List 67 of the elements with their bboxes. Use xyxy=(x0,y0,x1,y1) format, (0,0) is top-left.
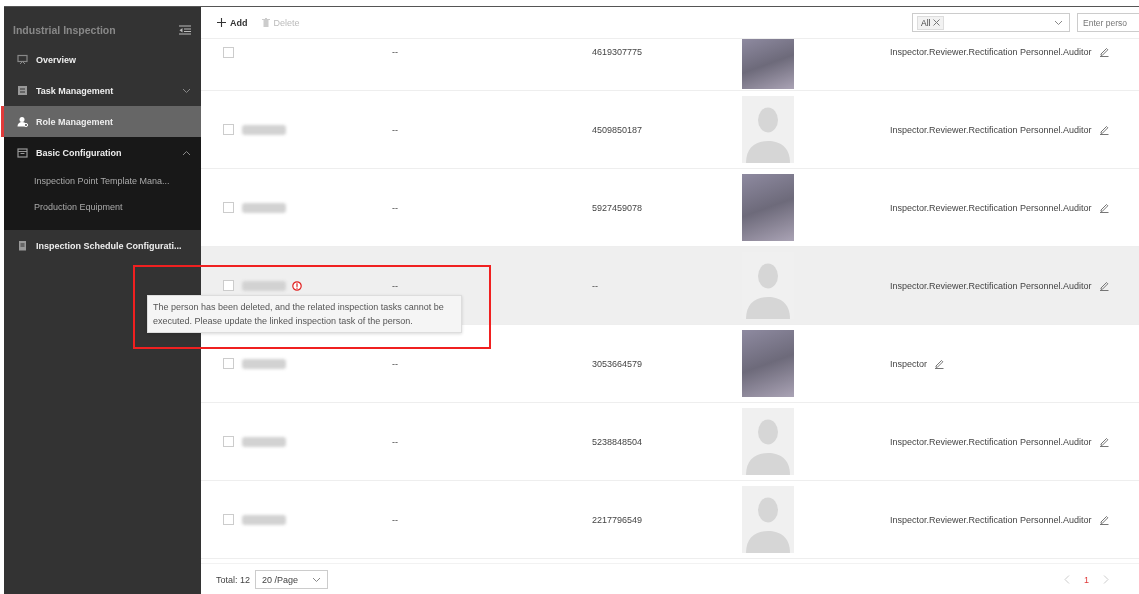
sidebar-subitem[interactable]: Production Equipment xyxy=(4,194,201,220)
photo-placeholder xyxy=(742,39,794,89)
table-cell-text: 3053664579 xyxy=(592,358,644,369)
sidebar-item[interactable]: Basic Configuration xyxy=(1,137,201,168)
filter-tag[interactable]: All xyxy=(917,15,945,30)
table-cell-text: -- xyxy=(392,514,399,525)
row-checkbox[interactable] xyxy=(223,202,234,213)
table-cell-text: 4619307775 xyxy=(592,47,644,57)
table-cell-text: -- xyxy=(392,436,399,447)
user-gear-icon xyxy=(17,116,28,127)
sidebar-item[interactable]: Task Management xyxy=(1,75,201,106)
trash-icon xyxy=(261,18,270,27)
roles-text: Inspector.Reviewer.Rectification Personnel.Auditor xyxy=(890,124,1092,135)
table-cell-text: -- xyxy=(592,280,599,291)
table-cell-text: -- xyxy=(392,47,399,57)
list-icon xyxy=(17,85,28,96)
document-icon xyxy=(17,240,28,251)
role-filter-dropdown[interactable]: All xyxy=(912,13,1070,32)
photo-placeholder xyxy=(742,174,794,241)
presentation-icon xyxy=(17,54,28,65)
photo-placeholder xyxy=(742,330,794,397)
sidebar-item[interactable]: Inspection Schedule Configurati... xyxy=(1,230,201,261)
edit-icon[interactable] xyxy=(1098,514,1109,525)
app-title: Industrial Inspection xyxy=(13,24,116,36)
roles-text: Inspector.Reviewer.Rectification Personnel.Auditor xyxy=(890,514,1092,525)
row-checkbox[interactable] xyxy=(223,124,234,135)
row-checkbox[interactable] xyxy=(223,280,234,291)
roles-text: Inspector.Reviewer.Rectification Personnel.Auditor xyxy=(890,436,1092,447)
chevron-down-icon xyxy=(1054,19,1063,26)
chevron-right-icon xyxy=(1103,575,1109,584)
edit-icon[interactable] xyxy=(1098,280,1109,291)
search-field[interactable]: Enter perso xyxy=(1077,13,1139,32)
edit-icon[interactable] xyxy=(1098,124,1109,135)
add-button[interactable]: Add xyxy=(217,17,248,28)
roles-text: Inspector.Reviewer.Rectification Personnel.Auditor xyxy=(890,202,1092,213)
table-cell-text: 5927459078 xyxy=(592,202,644,213)
tooltip: The person has been deleted, and the related inspection tasks cannot be executed. Please update the linked inspection task of the person. xyxy=(147,295,462,333)
sidebar-subitem[interactable]: Inspection Point Template Mana... xyxy=(4,168,201,194)
page-size-dropdown[interactable]: 20 /Page xyxy=(255,570,329,589)
chevron-down-icon xyxy=(312,576,322,583)
edit-icon[interactable] xyxy=(1098,202,1109,213)
roles-text: Inspector.Reviewer.Rectification Personnel.Auditor xyxy=(890,47,1092,57)
close-icon xyxy=(933,19,941,26)
table-cell-text: 5238848504 xyxy=(592,436,644,447)
roles-text: Inspector.Reviewer.Rectification Personnel.Auditor xyxy=(890,280,1092,291)
sidebar-item[interactable]: Overview xyxy=(1,44,201,75)
table-cell-text: -- xyxy=(392,280,399,291)
page-button[interactable]: 1 xyxy=(1084,574,1089,585)
row-checkbox[interactable] xyxy=(223,358,234,369)
table-cell-text: 4509850187 xyxy=(592,124,644,135)
row-checkbox[interactable] xyxy=(223,514,234,525)
row-checkbox[interactable] xyxy=(223,47,234,58)
row-checkbox[interactable] xyxy=(223,436,234,447)
plus-icon xyxy=(217,18,226,27)
calendar-icon xyxy=(17,147,28,158)
table-cell-text: -- xyxy=(392,358,399,369)
sidebar-item[interactable]: Role Management xyxy=(1,106,201,137)
table-cell-text: 2217796549 xyxy=(592,514,644,525)
collapse-menu-icon xyxy=(179,25,191,35)
roles-text: Inspector xyxy=(890,358,928,369)
chevron-left-icon xyxy=(1064,575,1070,584)
edit-icon[interactable] xyxy=(1098,436,1109,447)
edit-icon[interactable] xyxy=(1098,47,1109,57)
edit-icon[interactable] xyxy=(934,358,945,369)
table-cell-text: -- xyxy=(392,124,399,135)
total-count: Total: 12 xyxy=(216,574,251,585)
table-cell-text: -- xyxy=(392,202,399,213)
